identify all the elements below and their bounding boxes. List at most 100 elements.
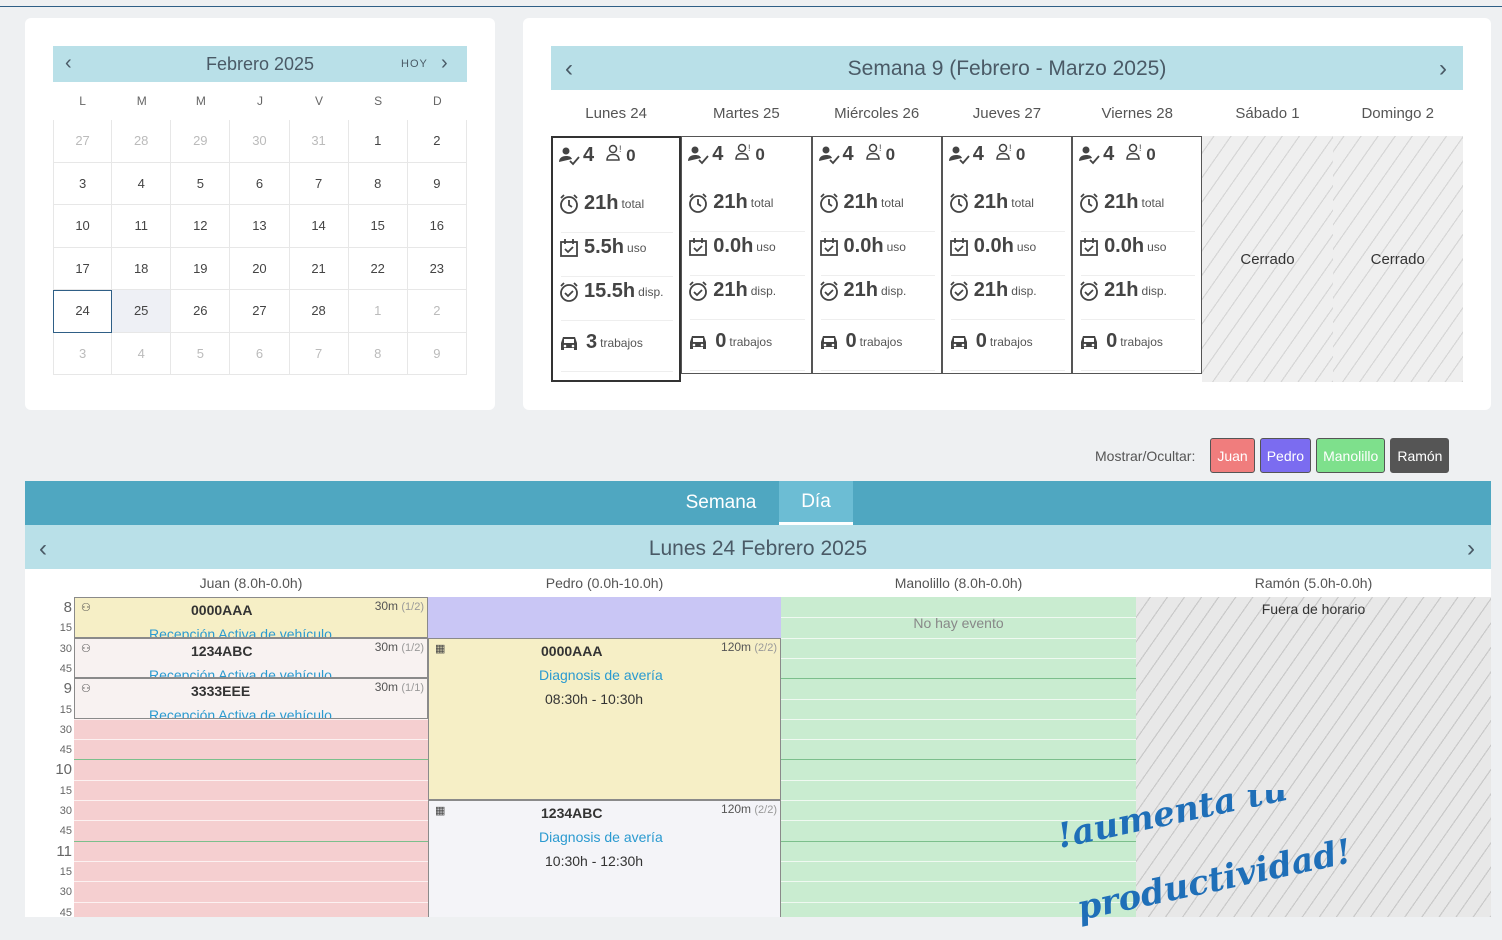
calendar-day[interactable]: 5 [171, 332, 231, 375]
calendar-day[interactable]: 3 [53, 162, 113, 205]
toggle-ramón[interactable]: Ramón [1390, 438, 1450, 473]
top-divider [0, 6, 1502, 7]
calendar-day[interactable]: 16 [407, 205, 467, 248]
time-label: 45 [59, 825, 72, 838]
calendar-day[interactable]: 15 [348, 205, 408, 248]
event-card[interactable]: ⚇ 0000AAA 30m (1/2) Recepción Activa de veh… [74, 597, 428, 638]
calendar-day[interactable]: 7 [289, 332, 349, 375]
next-month-icon[interactable]: › [441, 52, 448, 75]
calendar-day[interactable]: 24 [53, 290, 113, 333]
calendar-day[interactable]: 6 [230, 332, 290, 375]
row-divider [690, 231, 805, 232]
calendar-day[interactable]: 4 [112, 162, 172, 205]
day-schedule-body: 8 15 30 45 9 15 30 45 10 15 30 45 11 15 30 45 ⚇ 0000AAA 3… [25, 597, 1491, 917]
calendar-day[interactable]: 19 [171, 247, 231, 290]
slot-line [74, 840, 428, 842]
calendar-day[interactable]: 20 [230, 247, 290, 290]
jobs-unit: trabajos [989, 334, 1033, 349]
column-manolillo[interactable]: No hay evento [781, 597, 1136, 917]
calendar-day[interactable]: 8 [348, 332, 408, 375]
calendar-day[interactable]: 6 [230, 162, 290, 205]
mini-calendar-card: ‹ Febrero 2025 HOY › L M M J V S D 27 28 29 30 31 1 2… [25, 18, 495, 410]
event-card[interactable]: ▦ 1234ABC 120m (2/2) Diagnosis de avería 10:… [428, 800, 781, 917]
calendar-day[interactable]: 31 [289, 120, 349, 163]
calendar-day[interactable]: 28 [289, 290, 349, 333]
column-header-ramon: Ramón (5.0h-0.0h) [1254, 575, 1373, 591]
calendar-day[interactable]: 8 [348, 162, 408, 205]
calendar-day[interactable]: 11 [112, 205, 172, 248]
calendar-day[interactable]: 10 [53, 205, 113, 248]
calendar-day[interactable]: 25 [112, 290, 172, 333]
slot-line [781, 759, 1136, 761]
calendar-day[interactable]: 13 [230, 205, 290, 248]
time-label: 15 [59, 784, 72, 797]
event-card[interactable]: ⚇ 1234ABC 30m (1/2) Recepción Activa de veh… [74, 637, 428, 679]
slot-line [781, 800, 1136, 801]
calendar-day[interactable]: 5 [171, 162, 231, 205]
tab-dia[interactable]: Día [779, 481, 853, 525]
toggle-juan[interactable]: Juan [1210, 438, 1255, 473]
toggle-pedro[interactable]: Pedro [1259, 438, 1312, 473]
calendar-day[interactable]: 9 [407, 332, 467, 375]
calendar-day[interactable]: 12 [171, 205, 231, 248]
next-week-icon[interactable]: › [1439, 55, 1447, 83]
summary-row: 21h total [818, 191, 904, 214]
event-card[interactable]: ▦ 0000AAA 120m (2/2) Diagnosis de avería 08:… [428, 637, 781, 800]
people-count: 4 [712, 143, 724, 165]
calendar-day[interactable]: 30 [230, 120, 290, 163]
calendar-day[interactable]: 27 [230, 290, 290, 333]
pedro-busy-slot [428, 597, 781, 638]
calendar-day[interactable]: 18 [112, 247, 172, 290]
column-header-manolillo: Manolillo (8.0h-0.0h) [894, 575, 1023, 591]
calendar-day[interactable]: 2 [407, 120, 467, 163]
row-divider [950, 231, 1066, 232]
slot-line [781, 698, 1136, 700]
calendar-day[interactable]: 21 [289, 247, 349, 290]
time-label: 30 [59, 886, 72, 899]
total-unit: total [1011, 195, 1034, 210]
day-header: ‹ Lunes 24 Febrero 2025 › [25, 525, 1491, 569]
calendar-day[interactable]: 3 [53, 332, 113, 375]
column-juan[interactable]: ⚇ 0000AAA 30m (1/2) Recepción Activa de veh… [74, 597, 428, 917]
calendar-day[interactable]: 1 [348, 120, 408, 163]
calendar-day[interactable]: 29 [171, 120, 231, 163]
calendar-week-row: 24 25 26 27 28 1 2 [53, 290, 467, 333]
calendar-day[interactable]: 27 [53, 120, 113, 163]
used-unit: uso [627, 240, 647, 255]
calendar-day[interactable]: 14 [289, 205, 349, 248]
available-unit: disp. [1141, 283, 1167, 298]
event-type: Recepción Activa de vehículo [149, 666, 332, 679]
calendar-day[interactable]: 26 [171, 290, 231, 333]
calendar-day[interactable]: 28 [112, 120, 172, 163]
weekday-label: S [374, 94, 383, 108]
calendar-day[interactable]: 2 [407, 290, 467, 333]
calendar-day[interactable]: 22 [348, 247, 408, 290]
calendar-day[interactable]: 7 [289, 162, 349, 205]
event-card[interactable]: ⚇ 3333EEE 30m (1/1) Recepción Activa de veh… [74, 678, 428, 719]
tab-semana[interactable]: Semana [675, 481, 767, 525]
today-button[interactable]: HOY [401, 58, 428, 70]
calendar-day[interactable]: 23 [407, 247, 467, 290]
view-tabs: Semana Día [25, 481, 1491, 525]
total-unit: total [881, 195, 904, 210]
column-ramon[interactable]: Fuera de horario [1136, 597, 1491, 917]
calendar-day[interactable]: 9 [407, 162, 467, 205]
calendar-day[interactable]: 4 [112, 332, 172, 375]
week-day-summary[interactable]: 4! 0 21h total 5.5h uso 15.5h disp. 3 trabajos [551, 136, 682, 382]
next-day-icon[interactable]: › [1467, 535, 1475, 563]
week-day-summary[interactable]: 4! 0 21h total 0.0h uso 21h disp. 0 trabajos [811, 136, 942, 374]
row-divider [820, 275, 935, 276]
week-day-summary[interactable]: 4! 0 21h total 0.0h uso 21h disp. 0 trabajos [681, 136, 812, 374]
calendar-day[interactable]: 1 [348, 290, 408, 333]
summary-row: 21h disp. [948, 279, 1037, 302]
week-day-summary[interactable]: 4! 0 21h total 0.0h uso 21h disp. 0 trabajos [1072, 136, 1203, 374]
calendar-day[interactable]: 17 [53, 247, 113, 290]
total-hours: 21h [973, 191, 1009, 213]
week-day-summary[interactable]: 4! 0 21h total 0.0h uso 21h disp. 0 trabajos [941, 136, 1073, 374]
summary-row: 0.0h uso [818, 235, 906, 258]
row-divider [950, 370, 1066, 371]
column-pedro[interactable]: ▦ 0000AAA 120m (2/2) Diagnosis de avería 08:… [428, 597, 781, 917]
weekday-label: M [136, 94, 147, 108]
toggle-manolillo[interactable]: Manolillo [1316, 438, 1386, 473]
slot-line [74, 739, 428, 741]
